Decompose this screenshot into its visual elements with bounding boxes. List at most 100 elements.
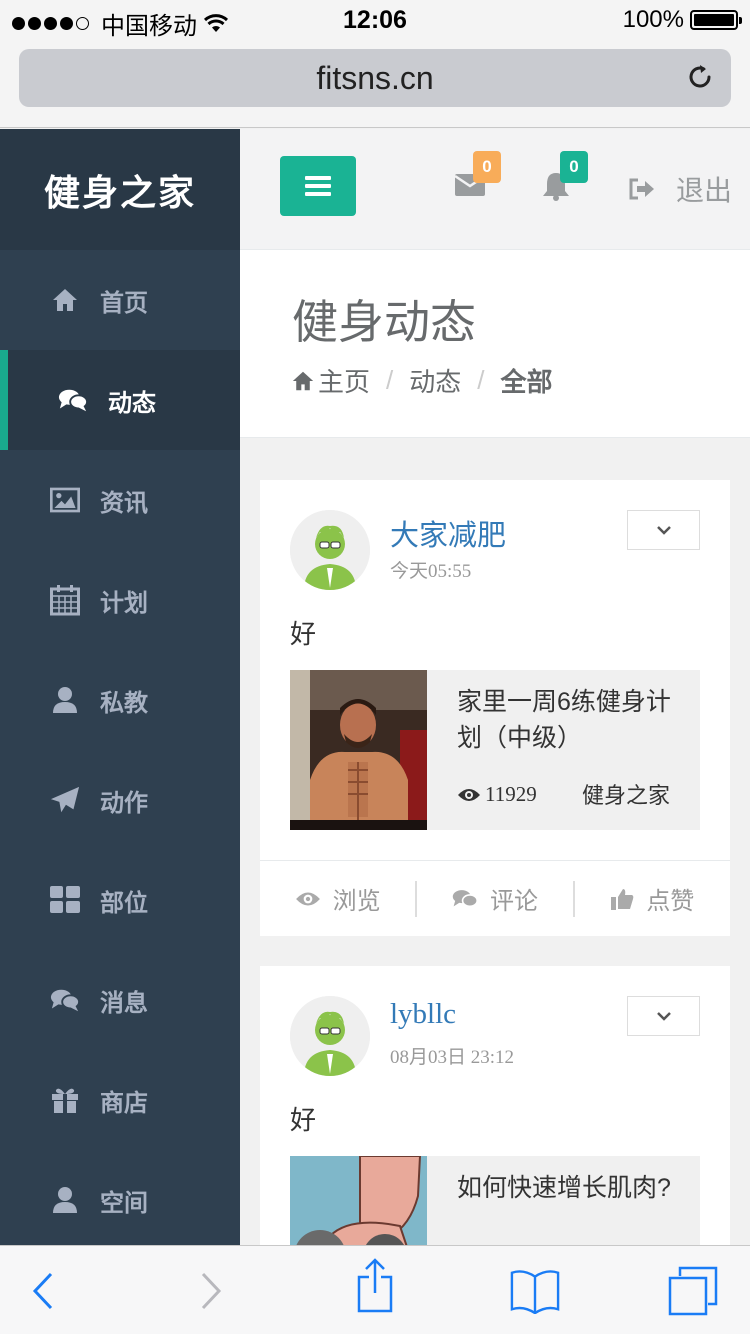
comment-button[interactable]: 评论 <box>415 880 572 917</box>
hamburger-icon <box>305 176 331 196</box>
like-button[interactable]: 点赞 <box>572 880 730 917</box>
article-info: 家里一周6练健身计划（中级） 11929 健身之家 <box>427 670 700 830</box>
post-card: 大家减肥 今天05:55 好 家里一周6练健身计划（中级） 11929 健身之家… <box>260 480 730 936</box>
post-text: 好 <box>290 1105 317 1135</box>
paper-plane-icon <box>50 785 80 815</box>
mail-button[interactable]: 0 <box>454 151 501 202</box>
battery-percent: 100% <box>622 6 684 33</box>
bookmarks-button[interactable] <box>510 1266 560 1316</box>
sidebar-item-plan[interactable]: 计划 <box>0 550 240 650</box>
breadcrumb-separator: / <box>386 365 394 395</box>
home-icon <box>292 371 314 390</box>
book-icon <box>510 1270 560 1314</box>
tabs-button[interactable] <box>668 1266 718 1316</box>
sidebar-item-label: 动作 <box>100 789 148 817</box>
sidebar-item-shop[interactable]: 商店 <box>0 1050 240 1150</box>
linked-article[interactable]: 家里一周6练健身计划（中级） 11929 健身之家 <box>290 670 700 830</box>
sidebar-item-label: 计划 <box>100 589 148 617</box>
view-button[interactable]: 浏览 <box>260 881 415 917</box>
breadcrumb-current: 全部 <box>500 367 553 397</box>
article-author: 健身之家 <box>582 783 671 808</box>
article-views: 11929 <box>457 782 537 807</box>
page-heading: 健身动态 主页 / 动态 / 全部 <box>240 250 750 438</box>
share-icon <box>357 1258 393 1313</box>
sidebar-item-trainer[interactable]: 私教 <box>0 650 240 750</box>
share-button[interactable] <box>350 1258 400 1313</box>
comment-label: 评论 <box>489 888 538 915</box>
like-label: 点赞 <box>646 888 695 915</box>
alert-count-badge: 0 <box>560 151 588 183</box>
chevron-left-icon <box>32 1272 53 1310</box>
breadcrumb-separator: / <box>477 365 485 395</box>
post-options-dropdown[interactable] <box>627 996 700 1036</box>
url-text: fitsns.cn <box>316 59 434 96</box>
chevron-down-icon <box>656 1012 671 1021</box>
top-navbar: 0 0 退出 <box>240 129 750 250</box>
post-username[interactable]: lybllc <box>390 998 456 1031</box>
sign-out-icon <box>629 178 654 200</box>
sidebar-item-messages[interactable]: 消息 <box>0 950 240 1050</box>
article-view-count: 11929 <box>485 782 537 806</box>
logout-label: 退出 <box>676 175 733 206</box>
battery-icon <box>690 10 742 30</box>
breadcrumb-dynamics[interactable]: 动态 <box>409 362 461 399</box>
address-bar[interactable]: fitsns.cn <box>19 49 731 107</box>
avatar[interactable] <box>290 996 370 1076</box>
article-thumbnail <box>290 670 427 830</box>
post-time: 今天05:55 <box>390 561 472 582</box>
sidebar-item-home[interactable]: 首页 <box>0 250 240 350</box>
status-bar: 中国移动 12:06 100% <box>0 0 750 40</box>
post-card: lybllc 08月03日 23:12 好 如何快速增长肌肉? <box>260 966 730 1316</box>
reload-icon[interactable] <box>685 62 715 92</box>
browser-address-area: fitsns.cn <box>0 40 750 128</box>
sidebar: 健身之家 首页 动态 资讯 计划 私教 动作 部位 消息 商店 空间 <box>0 129 240 1245</box>
sidebar-item-label: 空间 <box>100 1189 148 1217</box>
comments-icon <box>50 985 80 1015</box>
logout-link[interactable]: 退出 <box>628 169 732 209</box>
post-username[interactable]: 大家减肥 <box>390 512 506 554</box>
avatar[interactable] <box>290 510 370 590</box>
sidebar-item-label: 消息 <box>100 989 148 1017</box>
sidebar-item-body-parts[interactable]: 部位 <box>0 850 240 950</box>
thumbs-up-icon <box>611 888 634 910</box>
comments-icon <box>58 385 88 415</box>
article-title[interactable]: 家里一周6练健身计划（中级） <box>457 684 687 756</box>
calendar-icon <box>50 585 80 616</box>
sidebar-item-label: 部位 <box>100 889 148 917</box>
battery-info: 100% <box>622 6 742 34</box>
sidebar-item-dynamics[interactable]: 动态 <box>0 350 240 450</box>
forward-button[interactable] <box>186 1266 236 1316</box>
chevron-right-icon <box>201 1272 222 1310</box>
sidebar-item-label: 商店 <box>100 1089 148 1117</box>
sidebar-item-news[interactable]: 资讯 <box>0 450 240 550</box>
post-options-dropdown[interactable] <box>627 510 700 550</box>
picture-icon <box>50 485 80 515</box>
sidebar-item-exercises[interactable]: 动作 <box>0 750 240 850</box>
mail-count-badge: 0 <box>473 151 501 183</box>
menu-toggle-button[interactable] <box>280 156 356 216</box>
sidebar-item-label: 动态 <box>108 389 156 417</box>
comments-icon <box>452 889 478 907</box>
notifications-button[interactable]: 0 <box>542 151 588 206</box>
view-label: 浏览 <box>332 888 381 915</box>
sidebar-item-label: 资讯 <box>100 489 148 517</box>
sidebar-item-space[interactable]: 空间 <box>0 1150 240 1245</box>
brand-logo[interactable]: 健身之家 <box>0 129 240 250</box>
article-title[interactable]: 如何快速增长肌肉? <box>457 1170 687 1206</box>
eye-icon <box>295 892 320 905</box>
browser-toolbar <box>0 1245 750 1334</box>
chevron-down-icon <box>656 526 671 535</box>
post-time: 08月03日 23:12 <box>390 1047 515 1068</box>
sidebar-item-label: 首页 <box>100 289 148 317</box>
home-icon <box>50 285 80 315</box>
breadcrumb: 主页 / 动态 / 全部 <box>290 362 553 399</box>
user-icon <box>50 685 80 715</box>
sidebar-item-label: 私教 <box>100 689 148 717</box>
grid-icon <box>50 885 80 915</box>
tabs-icon <box>668 1266 718 1316</box>
eye-icon <box>458 788 480 801</box>
user-icon <box>50 1185 80 1215</box>
back-button[interactable] <box>18 1266 68 1316</box>
post-actions: 浏览 评论 点赞 <box>260 860 730 936</box>
breadcrumb-home[interactable]: 主页 <box>318 362 370 399</box>
